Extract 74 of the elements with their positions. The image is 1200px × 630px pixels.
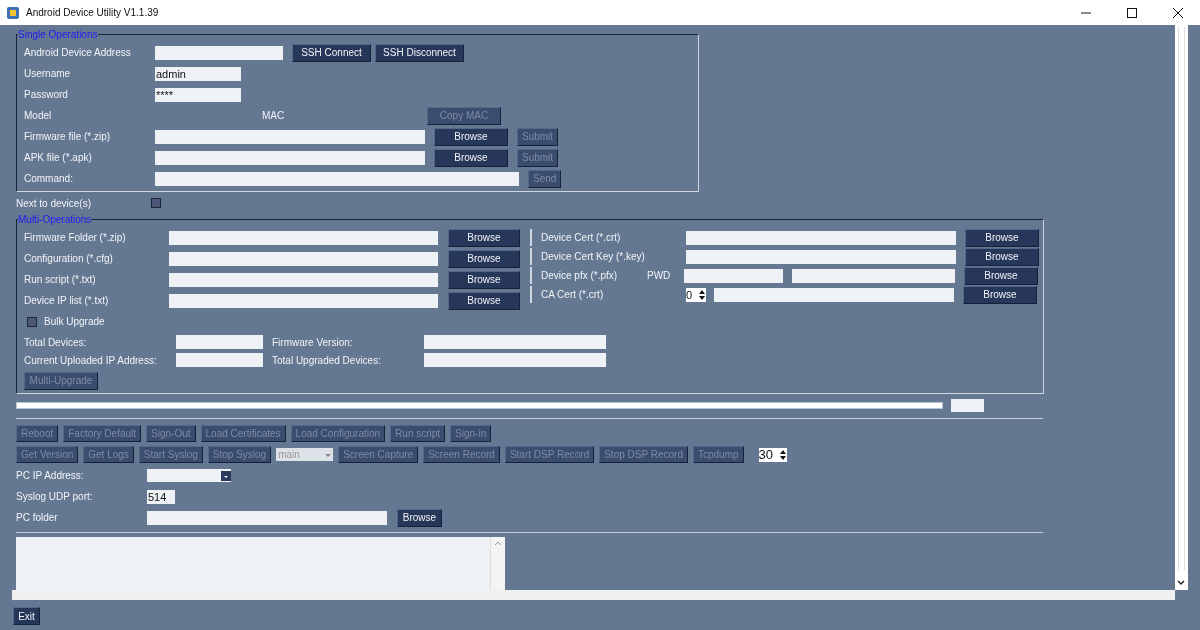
field-label: CA Cert (*.crt) — [541, 289, 605, 300]
field-label: Syslog UDP port: — [16, 491, 94, 502]
field-label: Password — [24, 89, 69, 100]
pc-ip-dropdown[interactable] — [147, 469, 231, 482]
username-field[interactable]: admin — [155, 66, 241, 81]
file-path-field[interactable] — [169, 251, 438, 266]
field-label: PC folder — [16, 512, 59, 523]
file-path-field[interactable] — [169, 293, 438, 308]
file-path-field[interactable] — [792, 268, 955, 283]
field-label: Run script (*.txt) — [24, 274, 97, 285]
command-field[interactable] — [155, 171, 519, 186]
password-field[interactable]: **** — [155, 87, 241, 102]
password-field[interactable] — [684, 268, 783, 283]
app-icon — [6, 5, 20, 20]
stat-label: Total Upgraded Devices: — [272, 354, 382, 366]
field-label: PWD — [647, 270, 672, 281]
file-path-field[interactable] — [686, 249, 956, 264]
browse-button[interactable]: Browse — [448, 228, 520, 247]
file-path-field[interactable] — [169, 230, 438, 245]
scroll-down-icon[interactable] — [1177, 580, 1185, 586]
progress-field — [951, 398, 984, 412]
group-title: Single Operations — [18, 29, 98, 40]
scrollbar[interactable] — [1175, 25, 1188, 590]
field-label: Username — [24, 68, 72, 79]
checkbox-label: Bulk Upgrade — [44, 316, 105, 327]
ssh-connect-button[interactable]: SSH Connect — [292, 43, 371, 62]
stat-label: Firmware Version: — [272, 336, 354, 348]
browse-button[interactable]: Browse — [963, 285, 1037, 304]
folder-path-field[interactable] — [147, 510, 387, 525]
window-title: Android Device Utility V1.1.39 — [26, 7, 159, 18]
browse-button[interactable]: Browse — [397, 508, 442, 527]
exit-button[interactable]: Exit — [13, 607, 40, 625]
number-spinner[interactable]: 0 — [686, 287, 706, 302]
browse-button[interactable]: Browse — [964, 266, 1038, 285]
field-label: Firmware file (*.zip) — [24, 131, 112, 142]
checkbox[interactable] — [151, 198, 161, 208]
address-field[interactable] — [155, 45, 283, 60]
field-label: Android Device Address — [24, 47, 132, 58]
file-path-field[interactable] — [155, 150, 425, 165]
field-label: Device pfx (*.pfx) — [541, 270, 619, 281]
file-path-field[interactable] — [686, 230, 956, 245]
file-path-field[interactable] — [714, 287, 954, 302]
checkbox[interactable] — [27, 316, 37, 327]
browse-button[interactable]: Browse — [434, 127, 508, 146]
port-field[interactable]: 514 — [147, 489, 175, 504]
field-label: Firmware Folder (*.zip) — [24, 232, 127, 243]
browse-button[interactable]: Browse — [434, 148, 508, 167]
stat-label: Current Uploaded IP Address: — [24, 354, 158, 366]
scrollbar[interactable] — [12, 590, 1175, 600]
field-label: Model — [24, 110, 53, 121]
close-icon[interactable] — [1172, 6, 1184, 19]
scroll-up-icon[interactable] — [494, 540, 502, 546]
caret-icon[interactable] — [221, 470, 231, 481]
field-label: PC IP Address: — [16, 470, 85, 481]
field-label: Device IP list (*.txt) — [24, 295, 110, 306]
browse-button[interactable]: Browse — [965, 247, 1039, 266]
maximize-icon[interactable] — [1126, 6, 1138, 19]
field-label: APK file (*.apk) — [24, 152, 93, 163]
checkbox-label: Next to device(s) — [16, 197, 93, 209]
ssh-disconnect-button[interactable]: SSH Disconnect — [375, 43, 464, 62]
stat-label: Total Devices: — [24, 336, 88, 348]
browse-button[interactable]: Browse — [965, 228, 1039, 247]
file-path-field[interactable] — [155, 129, 425, 144]
browse-button[interactable]: Browse — [448, 249, 520, 268]
browse-button[interactable]: Browse — [448, 291, 520, 310]
mac-label: MAC — [262, 110, 286, 121]
field-label: Device Cert Key (*.key) — [541, 251, 646, 262]
field-label: Command: — [24, 173, 74, 184]
number-spinner[interactable]: 30 — [758, 447, 787, 462]
group-title: Multi-Operations — [18, 214, 92, 225]
field-label: Configuration (*.cfg) — [24, 253, 114, 264]
file-path-field[interactable] — [169, 272, 438, 287]
field-label: Device Cert (*.crt) — [541, 232, 622, 243]
browse-button[interactable]: Browse — [448, 270, 520, 289]
